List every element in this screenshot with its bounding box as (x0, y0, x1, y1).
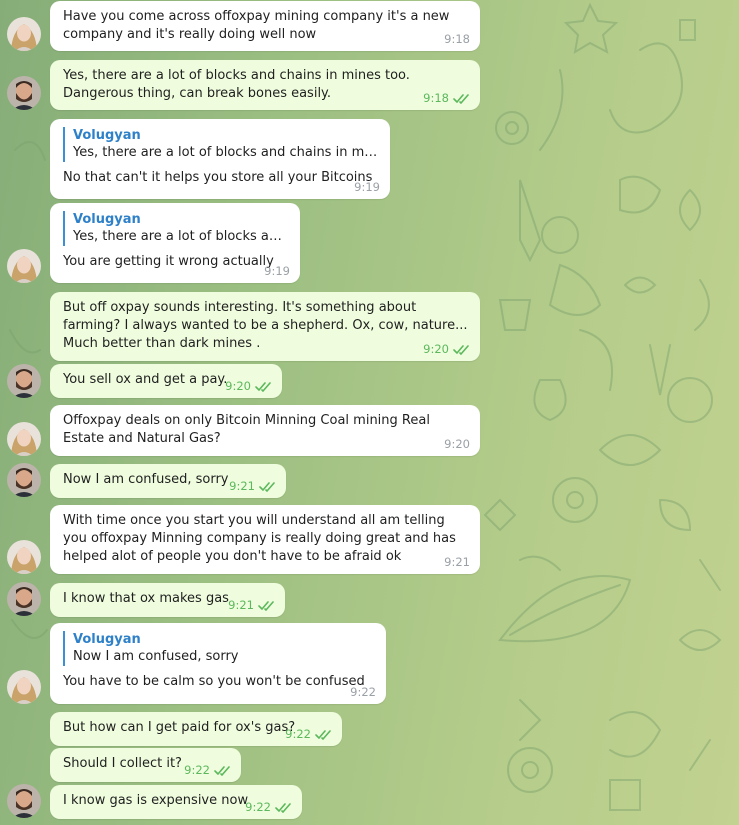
message-timestamp: 9:21 (229, 480, 276, 493)
reply-text: Yes, there are a lot of blocks and c... (73, 229, 288, 244)
reply-text: Now I am confused, sorry (73, 649, 239, 664)
message-timestamp: 9:20 (423, 343, 470, 356)
reply-quote[interactable]: Volugyan Yes, there are a lot of blocks … (63, 211, 288, 246)
reply-author: Volugyan (73, 212, 141, 227)
message-timestamp: 9:20 (444, 437, 470, 451)
double-check-icon (255, 381, 271, 392)
message-bubble-incoming[interactable]: Volugyan Yes, there are a lot of blocks … (50, 119, 390, 199)
message-timestamp: 9:22 (184, 764, 231, 777)
double-check-icon (258, 600, 274, 611)
self-avatar[interactable] (7, 582, 41, 616)
self-avatar[interactable] (7, 76, 41, 110)
contact-avatar[interactable] (7, 422, 41, 456)
contact-avatar[interactable] (7, 540, 41, 574)
message-timestamp: 9:21 (228, 599, 275, 612)
message-bubble-outgoing[interactable]: But how can I get paid for ox's gas? 9:2… (50, 712, 342, 746)
reply-text: Yes, there are a lot of blocks and chain… (73, 145, 378, 160)
message-text: With time once you start you will unders… (63, 513, 461, 564)
double-check-icon (315, 729, 331, 740)
message-bubble-outgoing[interactable]: But off oxpay sounds interesting. It's s… (50, 292, 480, 361)
double-check-icon (453, 344, 469, 355)
self-avatar[interactable] (7, 784, 41, 818)
message-bubble-outgoing[interactable]: You sell ox and get a pay. 9:20 (50, 364, 282, 398)
message-timestamp: 9:20 (225, 380, 272, 393)
reply-author: Volugyan (73, 128, 141, 143)
message-text: Offoxpay deals on only Bitcoin Minning C… (63, 413, 435, 446)
message-bubble-incoming[interactable]: Offoxpay deals on only Bitcoin Minning C… (50, 405, 480, 456)
reply-quote[interactable]: Volugyan Now I am confused, sorry (63, 631, 374, 666)
self-avatar[interactable] (7, 364, 41, 398)
message-bubble-outgoing[interactable]: I know that ox makes gas 9:21 (50, 583, 285, 617)
message-bubble-outgoing[interactable]: Should I collect it? 9:22 (50, 748, 241, 782)
message-text: No that can't it helps you store all you… (63, 170, 373, 185)
message-text: Yes, there are a lot of blocks and chain… (63, 68, 415, 101)
reply-quote[interactable]: Volugyan Yes, there are a lot of blocks … (63, 127, 378, 162)
message-timestamp: 9:18 (444, 32, 470, 46)
double-check-icon (453, 93, 469, 104)
double-check-icon (259, 481, 275, 492)
message-bubble-outgoing[interactable]: I know gas is expensive now 9:22 (50, 785, 302, 819)
message-bubble-incoming[interactable]: Have you come across offoxpay mining com… (50, 1, 480, 51)
message-bubble-outgoing[interactable]: Now I am confused, sorry 9:21 (50, 464, 286, 498)
message-text: Have you come across offoxpay mining com… (63, 9, 454, 42)
double-check-icon (275, 802, 291, 813)
double-check-icon (214, 765, 230, 776)
message-text: But off oxpay sounds interesting. It's s… (63, 300, 472, 351)
contact-avatar[interactable] (7, 670, 41, 704)
self-avatar[interactable] (7, 463, 41, 497)
message-timestamp: 9:19 (264, 264, 290, 278)
message-bubble-incoming[interactable]: Volugyan Yes, there are a lot of blocks … (50, 203, 300, 283)
message-timestamp: 9:21 (444, 555, 470, 569)
contact-avatar[interactable] (7, 249, 41, 283)
message-text: You have to be calm so you won't be conf… (63, 674, 365, 689)
contact-avatar[interactable] (7, 17, 41, 51)
message-timestamp: 9:18 (423, 92, 470, 105)
message-bubble-incoming[interactable]: Volugyan Now I am confused, sorry You ha… (50, 623, 386, 704)
reply-author: Volugyan (73, 632, 141, 647)
message-bubble-incoming[interactable]: With time once you start you will unders… (50, 505, 480, 574)
message-timestamp: 9:22 (350, 685, 376, 699)
message-text: You are getting it wrong actually (63, 254, 274, 269)
message-timestamp: 9:22 (245, 801, 292, 814)
message-timestamp: 9:19 (354, 180, 380, 194)
message-bubble-outgoing[interactable]: Yes, there are a lot of blocks and chain… (50, 60, 480, 110)
message-timestamp: 9:22 (285, 728, 332, 741)
